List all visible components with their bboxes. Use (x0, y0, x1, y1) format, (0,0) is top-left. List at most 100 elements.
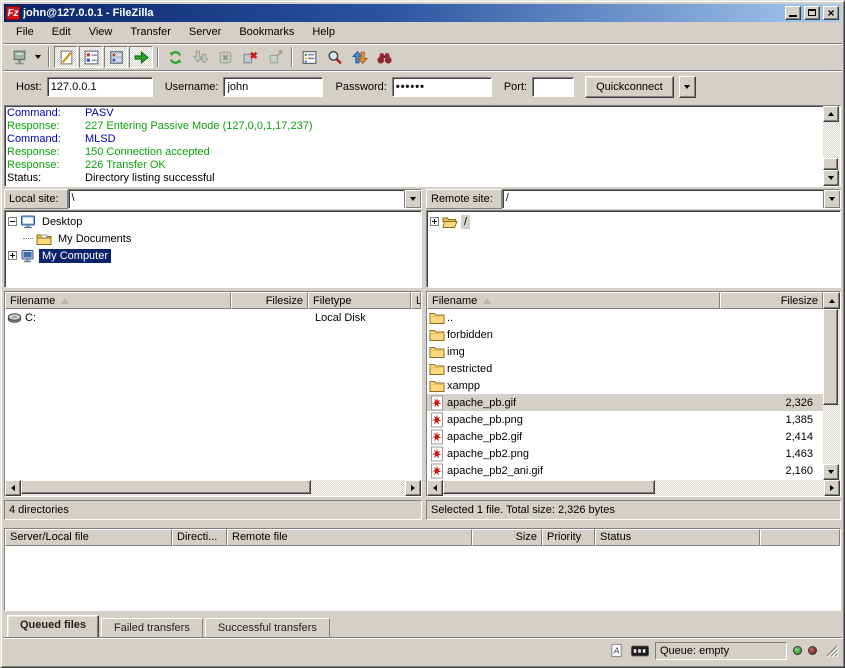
maximize-button[interactable] (804, 6, 820, 20)
toggle-message-log-button[interactable] (54, 46, 78, 68)
column-header-filetype[interactable]: Filetype (308, 292, 411, 309)
toggle-transfer-queue-button[interactable] (129, 46, 153, 68)
window-title: john@127.0.0.1 - FileZilla (23, 7, 782, 19)
reconnect-button[interactable] (263, 46, 287, 68)
local-site-dropdown[interactable] (404, 190, 421, 208)
filter-icon (301, 49, 318, 66)
column-header-local-file[interactable]: Server/Local file (5, 529, 172, 546)
sort-ascending-icon (61, 298, 69, 304)
file-row[interactable]: restricted (427, 360, 823, 377)
process-queue-button[interactable] (188, 46, 212, 68)
file-row[interactable]: .. (427, 309, 823, 326)
menu-file[interactable]: File (7, 23, 43, 41)
disconnect-button[interactable] (238, 46, 262, 68)
scrollbar-thumb[interactable] (21, 480, 311, 494)
scroll-right-button[interactable] (824, 480, 840, 496)
column-header-filesize[interactable]: Filesize (231, 292, 308, 309)
username-input[interactable] (223, 77, 323, 97)
column-header-remote-file[interactable]: Remote file (227, 529, 472, 546)
password-input[interactable] (392, 77, 492, 97)
remote-site-combo[interactable]: / (502, 189, 841, 209)
menu-bookmarks[interactable]: Bookmarks (230, 23, 303, 41)
image-file-icon (429, 412, 445, 428)
file-row-c-drive[interactable]: C: Local Disk (5, 309, 421, 326)
tree-item-desktop[interactable]: Desktop (6, 213, 420, 230)
collapse-icon[interactable] (8, 217, 17, 226)
image-file-icon (429, 395, 445, 411)
data-type-icon[interactable]: A (607, 643, 625, 659)
column-label: Filename (10, 295, 55, 307)
scrollbar-thumb[interactable] (443, 480, 655, 494)
scroll-down-button[interactable] (823, 464, 839, 480)
file-row[interactable]: apache_pb.png 1,385 (427, 411, 823, 428)
local-site-combo[interactable]: \ (68, 189, 422, 209)
title-bar[interactable]: Fz john@127.0.0.1 - FileZilla × (4, 4, 841, 22)
find-files-button[interactable] (372, 46, 396, 68)
file-row-selected[interactable]: apache_pb.gif 2,326 (427, 394, 823, 411)
tree-item-root[interactable]: / (428, 213, 839, 230)
tree-item-my-computer[interactable]: My Computer (6, 247, 420, 264)
menu-view[interactable]: View (80, 23, 122, 41)
arrow-down-icon (828, 470, 834, 474)
scroll-up-button[interactable] (823, 106, 839, 122)
directory-filters-button[interactable] (297, 46, 321, 68)
menu-transfer[interactable]: Transfer (121, 23, 180, 41)
speed-limit-icon[interactable] (631, 643, 649, 659)
scroll-left-button[interactable] (5, 480, 21, 496)
file-row[interactable]: img (427, 343, 823, 360)
remote-vertical-scrollbar[interactable] (823, 309, 840, 480)
log-line-label: Response: (7, 120, 85, 133)
expand-icon[interactable] (430, 217, 439, 226)
scrollbar-thumb[interactable] (823, 158, 838, 170)
site-manager-dropdown[interactable] (32, 46, 44, 68)
expand-icon[interactable] (8, 251, 17, 260)
column-header-filesize[interactable]: Filesize (720, 292, 823, 309)
menu-edit[interactable]: Edit (43, 23, 80, 41)
remote-site-dropdown[interactable] (823, 190, 840, 208)
main-panels: Local site: \ Desktop (3, 189, 842, 524)
column-header-filename[interactable]: Filename (5, 292, 231, 309)
local-horizontal-scrollbar[interactable] (5, 480, 421, 496)
column-header-last-modified[interactable]: L (411, 292, 421, 309)
tab-failed-transfers[interactable]: Failed transfers (101, 618, 203, 637)
quickconnect-dropdown[interactable] (679, 76, 696, 98)
toggle-local-tree-button[interactable] (79, 46, 103, 68)
column-header-priority[interactable]: Priority (542, 529, 595, 546)
column-header-status[interactable]: Status (595, 529, 760, 546)
tree-item-my-documents[interactable]: My Documents (6, 230, 420, 247)
remote-horizontal-scrollbar[interactable] (427, 480, 840, 496)
file-row[interactable]: forbidden (427, 326, 823, 343)
directory-comparison-button[interactable] (322, 46, 346, 68)
quickconnect-button[interactable]: Quickconnect (585, 76, 674, 98)
column-header-filename[interactable]: Filename (427, 292, 720, 309)
file-row[interactable]: apache_pb2.gif 2,414 (427, 428, 823, 445)
column-header-direction[interactable]: Directi... (172, 529, 227, 546)
site-manager-button[interactable] (7, 46, 31, 68)
synchronized-browsing-button[interactable] (347, 46, 371, 68)
resize-grip-icon[interactable] (825, 644, 838, 657)
cancel-operation-button[interactable] (213, 46, 237, 68)
toggle-remote-tree-button[interactable] (104, 46, 128, 68)
scroll-left-button[interactable] (427, 480, 443, 496)
port-input[interactable] (532, 77, 574, 97)
scroll-right-button[interactable] (405, 480, 421, 496)
scroll-down-button[interactable] (823, 170, 839, 186)
log-vertical-scrollbar[interactable] (823, 106, 840, 186)
menu-help[interactable]: Help (303, 23, 344, 41)
filezilla-window: Fz john@127.0.0.1 - FileZilla × File Edi… (0, 0, 845, 668)
column-header-size[interactable]: Size (472, 529, 542, 546)
file-row[interactable]: apache_pb2_ani.gif 2,160 (427, 462, 823, 479)
tab-queued-files[interactable]: Queued files (7, 615, 99, 637)
tab-successful-transfers[interactable]: Successful transfers (205, 618, 330, 637)
file-row[interactable]: xampp (427, 377, 823, 394)
scrollbar-thumb[interactable] (823, 309, 838, 405)
close-button[interactable]: × (823, 6, 839, 20)
host-input[interactable] (47, 77, 153, 97)
file-row[interactable]: apache_pb2.png 1,463 (427, 445, 823, 462)
toolbar-separator (48, 47, 50, 67)
log-line-text: 150 Connection accepted (85, 146, 210, 159)
refresh-button[interactable] (163, 46, 187, 68)
minimize-button[interactable] (785, 6, 801, 20)
scroll-up-button[interactable] (823, 292, 840, 309)
menu-server[interactable]: Server (180, 23, 230, 41)
